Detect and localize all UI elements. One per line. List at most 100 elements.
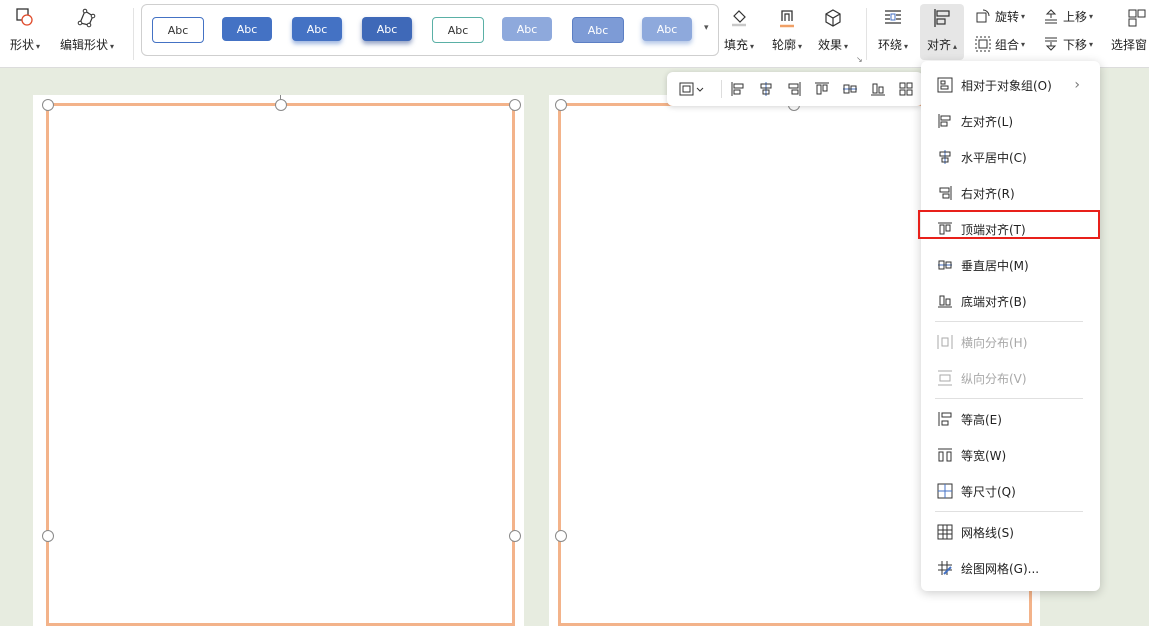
align-middle-vertical-icon[interactable] bbox=[841, 80, 859, 98]
align-left-icon bbox=[930, 6, 954, 30]
style-swatch-7[interactable]: Abc bbox=[572, 17, 624, 43]
menu-item-label: 等宽(W) bbox=[961, 448, 1007, 463]
selected-shape[interactable] bbox=[46, 103, 515, 626]
style-swatch-4[interactable]: Abc bbox=[362, 17, 412, 41]
menu-item-label: 等高(E) bbox=[961, 412, 1002, 427]
divider bbox=[721, 80, 722, 98]
align-label: 对齐 bbox=[926, 38, 951, 52]
menu-item-same-height[interactable]: 等高(E) bbox=[929, 404, 1092, 434]
wrap-label: 环绕 bbox=[878, 38, 903, 52]
outline-label: 轮廓 bbox=[772, 38, 797, 52]
gridlines-icon bbox=[936, 523, 954, 541]
menu-item-same-size[interactable]: 等尺寸(Q) bbox=[929, 476, 1092, 506]
menu-item-label: 垂直居中(M) bbox=[961, 258, 1029, 273]
bring-forward-button[interactable]: 上移 ▾ bbox=[1042, 7, 1093, 25]
fill-label: 填充 bbox=[724, 38, 749, 52]
resize-handle[interactable] bbox=[509, 530, 521, 542]
menu-item-gridlines[interactable]: 网格线(S) bbox=[929, 517, 1092, 547]
bring-forward-icon bbox=[1042, 7, 1060, 25]
menu-divider bbox=[935, 511, 1083, 512]
ribbon-toolbar: 形状 ▾ 编辑形状 ▾ Abc Abc Abc Abc Abc Abc Abc Ab… bbox=[0, 0, 1149, 68]
align-left-icon[interactable] bbox=[729, 80, 747, 98]
text-wrap-icon bbox=[881, 6, 905, 30]
align-left-icon bbox=[936, 112, 954, 130]
menu-item-label: 水平居中(C) bbox=[961, 150, 1027, 165]
divider bbox=[133, 8, 134, 60]
menu-divider bbox=[935, 398, 1083, 399]
align-right-icon bbox=[936, 184, 954, 202]
resize-handle[interactable] bbox=[275, 99, 287, 111]
menu-item-same-width[interactable]: 等宽(W) bbox=[929, 440, 1092, 470]
menu-item-align-center[interactable]: 水平居中(C) bbox=[929, 142, 1092, 172]
outline-pen-icon bbox=[775, 6, 799, 30]
rotate-button[interactable]: 旋转 ▾ bbox=[974, 7, 1025, 25]
rotate-label: 旋转 bbox=[995, 9, 1020, 24]
menu-item-label: 等尺寸(Q) bbox=[961, 484, 1016, 499]
selection-pane-button[interactable]: 选择窗 bbox=[1111, 6, 1149, 53]
align-middle-vertical-icon bbox=[936, 256, 954, 274]
edit-shape-icon bbox=[75, 6, 99, 30]
style-swatch-3[interactable]: Abc bbox=[292, 17, 342, 41]
menu-item-align-bottom[interactable]: 底端对齐(B) bbox=[929, 286, 1092, 316]
menu-item-label: 相对于对象组(O) bbox=[961, 78, 1052, 93]
align-bottom-icon[interactable] bbox=[869, 80, 887, 98]
shape-label: 形状 bbox=[10, 38, 35, 52]
effect-button[interactable]: 效果 ▾ bbox=[818, 6, 848, 53]
outline-button[interactable]: 轮廓 ▾ bbox=[772, 6, 802, 53]
drawing-grid-icon bbox=[936, 559, 954, 577]
gallery-expand-icon[interactable]: ▾ bbox=[704, 23, 709, 33]
style-swatch-8[interactable]: Abc bbox=[642, 17, 692, 41]
send-backward-icon bbox=[1042, 35, 1060, 53]
style-swatch-5[interactable]: Abc bbox=[432, 17, 484, 43]
rotate-icon bbox=[974, 7, 992, 25]
floating-align-toolbar bbox=[667, 72, 923, 106]
style-swatch-2[interactable]: Abc bbox=[222, 17, 272, 41]
style-swatch-6[interactable]: Abc bbox=[502, 17, 552, 41]
grid-distribute-icon[interactable] bbox=[897, 80, 915, 98]
menu-item-drawing-grid[interactable]: 绘图网格(G)... bbox=[929, 553, 1092, 583]
resize-handle[interactable] bbox=[42, 99, 54, 111]
resize-handle[interactable] bbox=[509, 99, 521, 111]
menu-item-label: 底端对齐(B) bbox=[961, 294, 1027, 309]
selection-pane-icon bbox=[1125, 6, 1149, 30]
paint-bucket-icon bbox=[727, 6, 751, 30]
same-width-icon bbox=[936, 446, 954, 464]
fill-button[interactable]: 填充 ▾ bbox=[724, 6, 754, 53]
menu-item-relative-group[interactable]: 相对于对象组(O) › bbox=[929, 70, 1092, 100]
resize-handle[interactable] bbox=[555, 99, 567, 111]
wrap-button[interactable]: 环绕 ▾ bbox=[878, 6, 908, 53]
align-bottom-icon bbox=[936, 292, 954, 310]
bring-forward-label: 上移 bbox=[1063, 9, 1088, 24]
style-swatch-1[interactable]: Abc bbox=[152, 17, 204, 43]
align-center-horizontal-icon[interactable] bbox=[757, 80, 775, 98]
group-icon bbox=[974, 35, 992, 53]
menu-item-label: 绘图网格(G)... bbox=[961, 561, 1040, 576]
resize-handle[interactable] bbox=[42, 530, 54, 542]
selection-pane-label: 选择窗 bbox=[1111, 38, 1148, 52]
align-top-icon[interactable] bbox=[813, 80, 831, 98]
dialog-launcher-icon[interactable]: ↘ bbox=[856, 55, 863, 64]
distribute-horizontal-icon bbox=[936, 333, 954, 351]
menu-item-align-left[interactable]: 左对齐(L) bbox=[929, 106, 1092, 136]
align-button[interactable]: 对齐 ▴ bbox=[920, 4, 964, 60]
align-dropdown-menu: 相对于对象组(O) › 左对齐(L) 水平居中(C) 右对齐(R) 顶端对齐(T… bbox=[921, 61, 1100, 591]
cube-effect-icon bbox=[821, 6, 845, 30]
menu-item-align-middle[interactable]: 垂直居中(M) bbox=[929, 250, 1092, 280]
group-button[interactable]: 组合 ▾ bbox=[974, 35, 1025, 53]
align-options-icon[interactable] bbox=[679, 80, 705, 98]
same-height-icon bbox=[936, 410, 954, 428]
menu-item-label: 左对齐(L) bbox=[961, 114, 1014, 129]
chevron-right-icon: › bbox=[1074, 77, 1080, 93]
edit-shape-label: 编辑形状 bbox=[60, 38, 109, 52]
align-center-horizontal-icon bbox=[936, 148, 954, 166]
resize-handle[interactable] bbox=[555, 530, 567, 542]
align-right-icon[interactable] bbox=[785, 80, 803, 98]
shape-button[interactable]: 形状 ▾ bbox=[10, 6, 40, 53]
send-backward-button[interactable]: 下移 ▾ bbox=[1042, 35, 1093, 53]
edit-shape-button[interactable]: 编辑形状 ▾ bbox=[60, 6, 114, 53]
distribute-vertical-icon bbox=[936, 369, 954, 387]
menu-item-label: 右对齐(R) bbox=[961, 186, 1015, 201]
menu-item-align-right[interactable]: 右对齐(R) bbox=[929, 178, 1092, 208]
menu-divider bbox=[935, 321, 1083, 322]
send-backward-label: 下移 bbox=[1063, 37, 1088, 52]
